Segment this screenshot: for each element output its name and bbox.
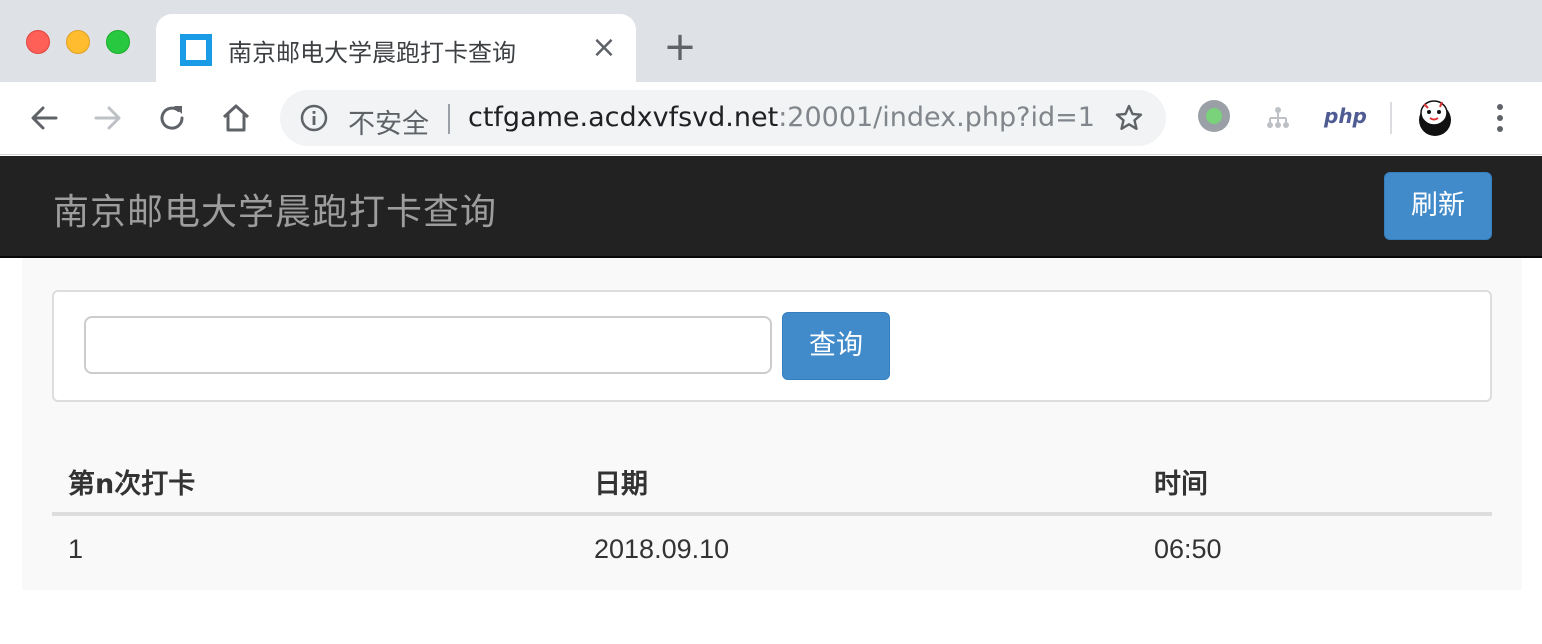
window-minimize-button[interactable] — [66, 30, 90, 54]
navbar: 南京邮电大学晨跑打卡查询 刷新 — [0, 156, 1542, 258]
profile-avatar-icon[interactable] — [1414, 96, 1456, 138]
extension-status-icon[interactable] — [1198, 100, 1230, 132]
column-header-count: 第n次打卡 — [68, 469, 196, 500]
cell-time: 06:50 — [1154, 534, 1222, 564]
url-path: :20001/index.php?id=1 — [778, 102, 1095, 133]
query-button[interactable]: 查询 — [782, 312, 890, 380]
column-header-date: 日期 — [594, 469, 648, 500]
window-close-button[interactable] — [26, 30, 50, 54]
back-arrow-icon[interactable] — [26, 100, 62, 136]
url-text[interactable]: ctfgame.acdxvfsvd.net:20001/index.php?id… — [468, 102, 1095, 133]
site-brand[interactable]: 南京邮电大学晨跑打卡查询 — [53, 183, 497, 235]
column-header-time: 时间 — [1154, 469, 1208, 500]
window-maximize-button[interactable] — [106, 30, 130, 54]
main-content: 查询 第n次打卡 日期 时间 1 2018.09.10 06:50 — [22, 258, 1522, 590]
info-icon[interactable] — [300, 104, 328, 132]
browser-toolbar: 不安全 ctfgame.acdxvfsvd.net:20001/index.ph… — [0, 82, 1542, 155]
security-status-label: 不安全 — [348, 109, 429, 140]
url-host: ctfgame.acdxvfsvd.net — [468, 102, 779, 133]
reload-icon[interactable] — [154, 100, 190, 136]
tab-close-icon[interactable]: × — [588, 32, 620, 64]
search-panel: 查询 — [52, 290, 1492, 402]
favicon-icon — [180, 34, 212, 66]
refresh-button[interactable]: 刷新 — [1384, 172, 1492, 240]
cell-count: 1 — [68, 534, 84, 564]
browser-tab-active[interactable]: 南京邮电大学晨跑打卡查询 × — [156, 14, 636, 82]
tab-title: 南京邮电大学晨跑打卡查询 — [228, 39, 516, 67]
home-icon[interactable] — [218, 100, 254, 136]
bookmark-star-icon[interactable] — [1114, 103, 1144, 133]
address-separator — [448, 104, 450, 134]
search-input[interactable] — [84, 316, 772, 374]
browser-tab-strip: 南京邮电大学晨跑打卡查询 × + — [0, 0, 1542, 82]
cell-date: 2018.09.10 — [594, 534, 730, 564]
new-tab-button[interactable]: + — [660, 27, 700, 68]
sitemap-extension-icon[interactable] — [1264, 104, 1292, 132]
table-row: 1 2018.09.10 06:50 — [52, 516, 1492, 586]
table-header-row: 第n次打卡 日期 时间 — [52, 446, 1492, 516]
forward-arrow-icon[interactable] — [90, 100, 126, 136]
address-bar[interactable]: 不安全 ctfgame.acdxvfsvd.net:20001/index.ph… — [280, 90, 1166, 146]
checkin-table: 第n次打卡 日期 时间 1 2018.09.10 06:50 — [52, 446, 1492, 586]
php-extension-icon[interactable]: php — [1324, 104, 1367, 128]
toolbar-divider — [1390, 102, 1392, 134]
browser-menu-icon[interactable] — [1492, 104, 1508, 134]
